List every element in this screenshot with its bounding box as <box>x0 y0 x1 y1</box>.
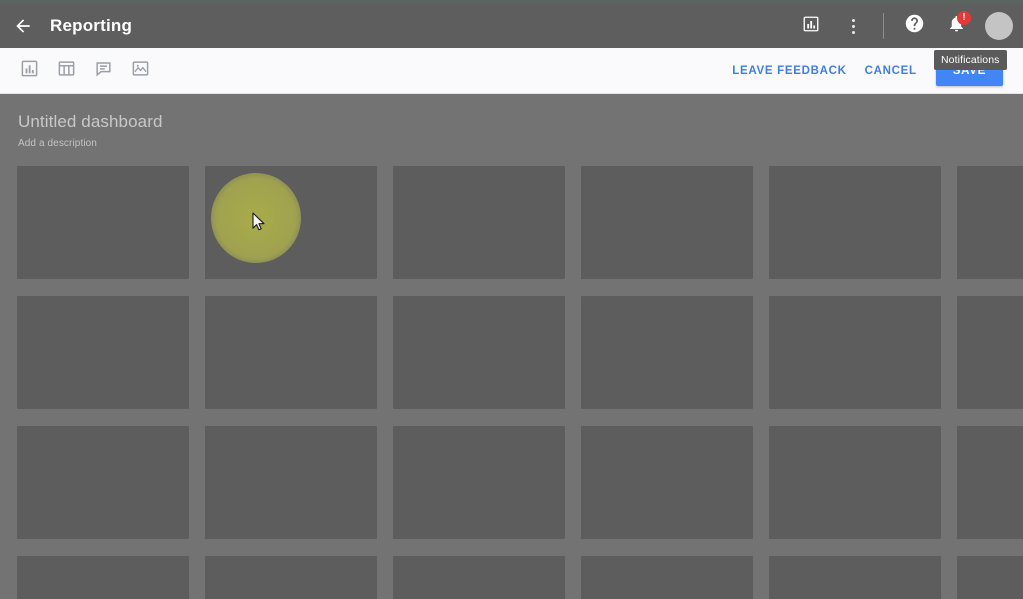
card-1-4[interactable] <box>581 166 753 279</box>
card-1-1[interactable] <box>17 166 189 279</box>
card-2-4[interactable] <box>581 296 753 409</box>
more-vert-icon <box>851 18 855 34</box>
notifications-tooltip: Notifications <box>934 50 1007 70</box>
add-text-button[interactable] <box>92 60 114 82</box>
bar-chart-icon-button[interactable] <box>795 10 827 42</box>
card-2-5[interactable] <box>769 296 941 409</box>
cancel-button[interactable]: CANCEL <box>856 57 926 85</box>
add-image-button[interactable] <box>129 60 151 82</box>
card-4-3[interactable] <box>393 556 565 599</box>
card-3-3[interactable] <box>393 426 565 539</box>
page-title: Reporting <box>50 16 133 35</box>
app-root: Reporting ! LEAVE FEEDBACK CANCEL SAVE N… <box>0 0 1023 599</box>
more-options-button[interactable] <box>837 10 869 42</box>
card-3-5[interactable] <box>769 426 941 539</box>
card-4-2[interactable] <box>205 556 377 599</box>
add-chart-icon <box>20 59 39 83</box>
card-2-1[interactable] <box>17 296 189 409</box>
dashboard-description[interactable]: Add a description <box>18 138 1023 149</box>
dashboard-header: Untitled dashboard Add a description <box>0 94 1023 149</box>
card-3-6[interactable] <box>957 426 1023 539</box>
add-text-icon <box>94 59 113 83</box>
back-button[interactable] <box>6 9 40 43</box>
editor-toolbar: LEAVE FEEDBACK CANCEL SAVE <box>0 48 1023 94</box>
card-3-2[interactable] <box>205 426 377 539</box>
toolbar-tools <box>0 60 151 82</box>
card-1-5[interactable] <box>769 166 941 279</box>
header-actions: ! <box>790 4 1023 48</box>
card-4-5[interactable] <box>769 556 941 599</box>
arrow-left-icon <box>13 16 33 36</box>
avatar[interactable] <box>985 12 1013 40</box>
card-4-6[interactable] <box>957 556 1023 599</box>
bar-chart-icon <box>802 15 820 38</box>
card-4-1[interactable] <box>17 556 189 599</box>
card-1-3[interactable] <box>393 166 565 279</box>
notifications-button[interactable]: ! <box>940 10 972 42</box>
notifications-badge: ! <box>957 11 971 25</box>
help-icon <box>904 13 925 39</box>
leave-feedback-button[interactable]: LEAVE FEEDBACK <box>723 57 855 85</box>
dashboard-canvas: Untitled dashboard Add a description <box>0 94 1023 599</box>
card-3-1[interactable] <box>17 426 189 539</box>
header-divider <box>883 13 884 39</box>
dashboard-grid <box>17 166 1023 599</box>
help-button[interactable] <box>898 10 930 42</box>
add-table-icon <box>57 59 76 83</box>
card-3-4[interactable] <box>581 426 753 539</box>
dashboard-title[interactable]: Untitled dashboard <box>18 112 1023 132</box>
card-2-2[interactable] <box>205 296 377 409</box>
app-header: Reporting ! <box>0 4 1023 48</box>
card-2-3[interactable] <box>393 296 565 409</box>
card-1-6[interactable] <box>957 166 1023 279</box>
add-table-button[interactable] <box>55 60 77 82</box>
card-2-6[interactable] <box>957 296 1023 409</box>
add-image-icon <box>131 59 150 83</box>
add-chart-button[interactable] <box>18 60 40 82</box>
card-4-4[interactable] <box>581 556 753 599</box>
card-1-2[interactable] <box>205 166 377 279</box>
